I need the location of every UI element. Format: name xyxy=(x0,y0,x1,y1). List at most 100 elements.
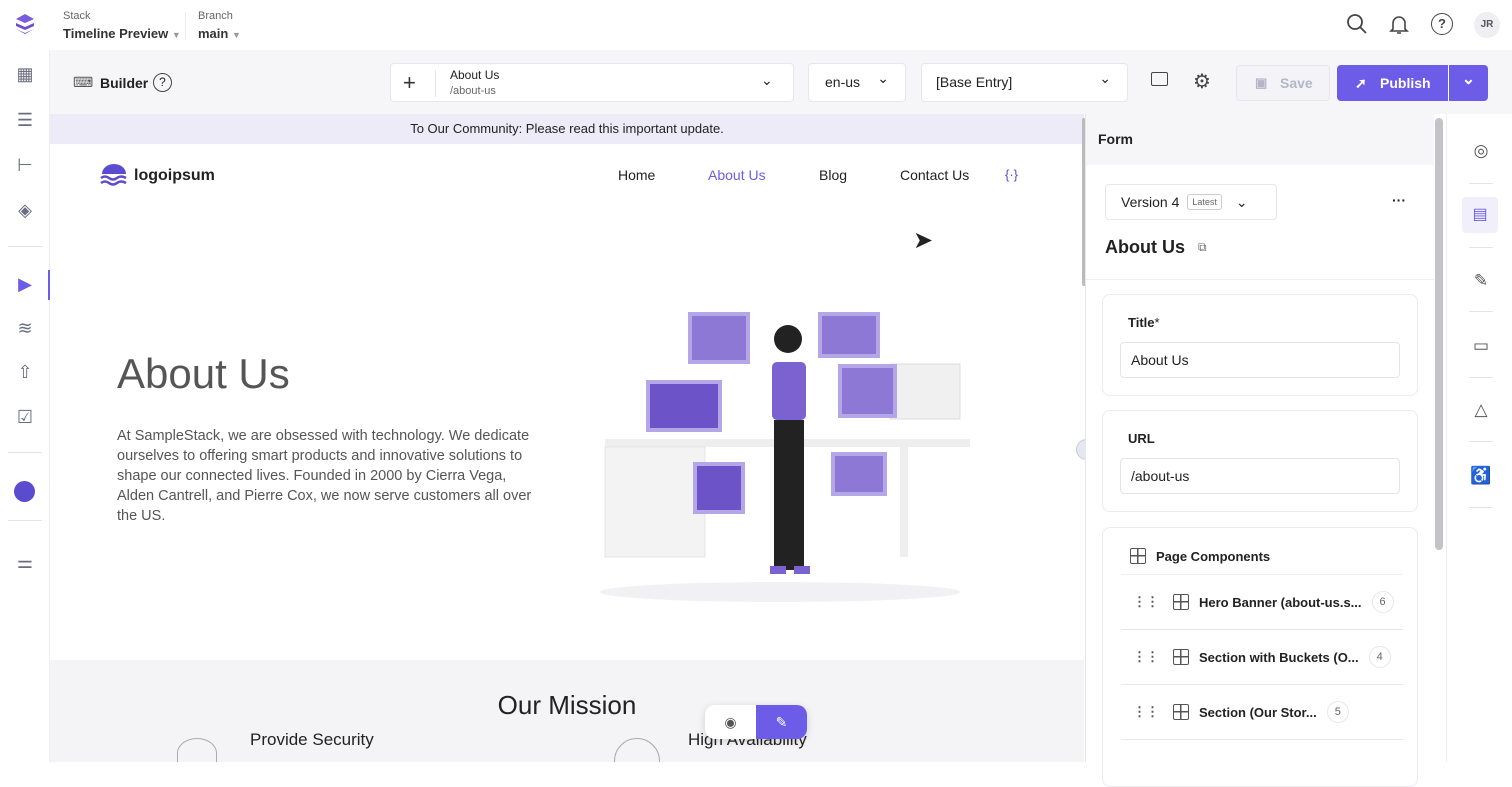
app-logo-icon[interactable] xyxy=(14,13,36,35)
open-entry-icon[interactable]: ⧉ xyxy=(1198,240,1207,255)
form-panel-icon[interactable]: ▤ xyxy=(1462,197,1498,233)
mission-title: Our Mission xyxy=(497,690,637,720)
chevron-down-icon: ⌄ xyxy=(877,70,889,86)
stack-label: Stack xyxy=(63,10,91,22)
component-row[interactable]: ⋮⋮ Section with Buckets (O... 4 xyxy=(1121,630,1403,685)
nav-blog[interactable]: Blog xyxy=(819,167,847,183)
entry-title: About Us xyxy=(450,68,500,82)
right-tool-rail: ◎ ▤ ✎ ▭ △ ♿ xyxy=(1446,114,1512,762)
comments-icon[interactable]: ▭ xyxy=(1469,334,1493,358)
divider xyxy=(1469,441,1493,442)
builder-toolbar: ⌨ Builder ? + About Us /about-us ⌄ en-us… xyxy=(50,50,1512,114)
top-bar: Stack Timeline Preview ▼ Branch main ▼ ?… xyxy=(0,0,1512,50)
form-scrollbar[interactable] xyxy=(1435,118,1443,550)
divider xyxy=(1469,183,1493,184)
latest-badge: Latest xyxy=(1187,194,1222,210)
save-icon: ▣ xyxy=(1255,75,1268,90)
preview-mode-icon[interactable]: ◉ xyxy=(705,705,756,739)
more-options-icon[interactable]: ··· xyxy=(1392,192,1406,208)
site-logo[interactable]: logoipsum xyxy=(100,164,215,188)
title-input[interactable]: About Us xyxy=(1120,342,1400,378)
branch-value: main xyxy=(198,26,229,41)
shapes-icon[interactable]: △ xyxy=(1469,398,1493,422)
title-field-card: Title* About Us xyxy=(1102,294,1418,396)
form-panel: Form Version 4 Latest ⌄ ··· About Us ⧉ T… xyxy=(1085,114,1434,787)
title-label: Title* xyxy=(1128,315,1160,330)
page-components-card: Page Components ⋮⋮ Hero Banner (about-us.… xyxy=(1102,527,1418,787)
publish-options-chevron-icon[interactable]: ⌄ xyxy=(1449,65,1488,101)
caret-down-icon: ▼ xyxy=(231,30,241,40)
mode-switcher: ◉ ✎ xyxy=(705,705,807,739)
drag-handle-icon[interactable]: ⋮⋮ xyxy=(1133,594,1159,610)
divider xyxy=(435,70,436,97)
component-row[interactable]: ⋮⋮ Hero Banner (about-us.s... 6 xyxy=(1121,575,1403,630)
publish-label: Publish xyxy=(1380,75,1431,91)
divider xyxy=(8,520,42,521)
bell-icon[interactable] xyxy=(1388,13,1410,40)
user-avatar[interactable]: JR xyxy=(1474,12,1500,38)
entry-url: /about-us xyxy=(450,85,496,97)
connections-icon[interactable]: ≋ xyxy=(13,316,37,340)
form-header: Form xyxy=(1086,114,1434,165)
divider xyxy=(8,452,42,453)
component-row[interactable]: ⋮⋮ Section (Our Stor... 5 xyxy=(1121,685,1403,740)
drag-handle-icon[interactable]: ⋮⋮ xyxy=(1133,704,1159,720)
tasks-icon[interactable]: ☑ xyxy=(13,405,37,429)
nav-contact-us[interactable]: Contact Us xyxy=(900,167,969,183)
publish-button[interactable]: ➚ Publish xyxy=(1337,65,1448,101)
divider xyxy=(1469,247,1493,248)
layers-icon[interactable]: ◈ xyxy=(13,198,37,222)
edit-icon[interactable]: ✎ xyxy=(1469,269,1493,293)
version-selector[interactable]: Version 4 Latest ⌄ xyxy=(1105,184,1277,220)
divider xyxy=(185,12,186,40)
edit-mode-icon[interactable]: ✎ xyxy=(756,705,807,739)
component-name: Section (Our Stor... xyxy=(1199,704,1317,720)
nav-home[interactable]: Home xyxy=(618,167,655,183)
add-entry-icon[interactable]: + xyxy=(403,70,416,96)
help-icon[interactable]: ? xyxy=(153,73,172,92)
grid-icon xyxy=(1173,704,1189,720)
accessibility-icon[interactable]: ♿ xyxy=(1469,464,1493,488)
component-count: 6 xyxy=(1371,591,1394,613)
base-entry-value: [Base Entry] xyxy=(936,74,1013,90)
grid-icon xyxy=(1173,594,1189,610)
visual-builder-icon[interactable]: ▶ xyxy=(13,272,37,296)
save-label: Save xyxy=(1280,75,1313,91)
marketplace-icon[interactable] xyxy=(14,481,35,502)
page-components-label: Page Components xyxy=(1156,548,1271,564)
settings-gear-icon[interactable]: ⚙ xyxy=(1193,69,1211,94)
help-icon[interactable]: ? xyxy=(1431,13,1453,35)
locale-value: en-us xyxy=(825,74,861,90)
settings-sliders-icon[interactable]: ⚌ xyxy=(13,550,37,574)
chevron-down-icon: ⌄ xyxy=(1235,193,1248,210)
dashboard-icon[interactable]: ▦ xyxy=(13,62,37,86)
device-preview-icon[interactable] xyxy=(1151,72,1168,86)
content-models-icon[interactable]: ⊢ xyxy=(13,153,37,177)
search-icon[interactable] xyxy=(1346,13,1368,41)
hero-text: At SampleStack, we are obsessed with tec… xyxy=(117,428,532,524)
mouse-cursor-icon: ➤ xyxy=(913,227,934,254)
url-input[interactable]: /about-us xyxy=(1120,458,1400,494)
announcement-banner: To Our Community: Please read this impor… xyxy=(50,114,1084,144)
drag-handle-icon[interactable]: ⋮⋮ xyxy=(1133,649,1159,665)
divider xyxy=(1086,279,1434,280)
left-nav-rail: ▦ ☰ ⊢ ◈ ▶ ≋ ⇧ ☑ ⚌ xyxy=(0,50,50,762)
json-icon[interactable]: {·} xyxy=(1005,167,1018,182)
save-button[interactable]: ▣ Save xyxy=(1236,65,1330,101)
branch-selector[interactable]: main ▼ xyxy=(198,26,241,41)
url-label: URL xyxy=(1128,431,1155,446)
base-entry-selector[interactable]: [Base Entry] ⌄ xyxy=(921,63,1128,102)
mission-item-title: Provide Security xyxy=(250,730,374,749)
hero-title: About Us xyxy=(117,350,290,397)
divider xyxy=(1469,377,1493,378)
entry-selector[interactable]: + About Us /about-us ⌄ xyxy=(390,63,794,102)
publish-button-group: ➚ Publish ⌄ xyxy=(1337,65,1488,101)
deploy-icon[interactable]: ⇧ xyxy=(13,360,37,384)
target-icon[interactable]: ◎ xyxy=(1469,139,1493,163)
nav-about-us[interactable]: About Us xyxy=(708,167,766,183)
component-count: 4 xyxy=(1368,646,1391,668)
stack-selector[interactable]: Timeline Preview ▼ xyxy=(63,26,181,41)
content-list-icon[interactable]: ☰ xyxy=(13,108,37,132)
builder-icon: ⌨ xyxy=(73,74,94,90)
locale-selector[interactable]: en-us ⌄ xyxy=(808,63,906,102)
